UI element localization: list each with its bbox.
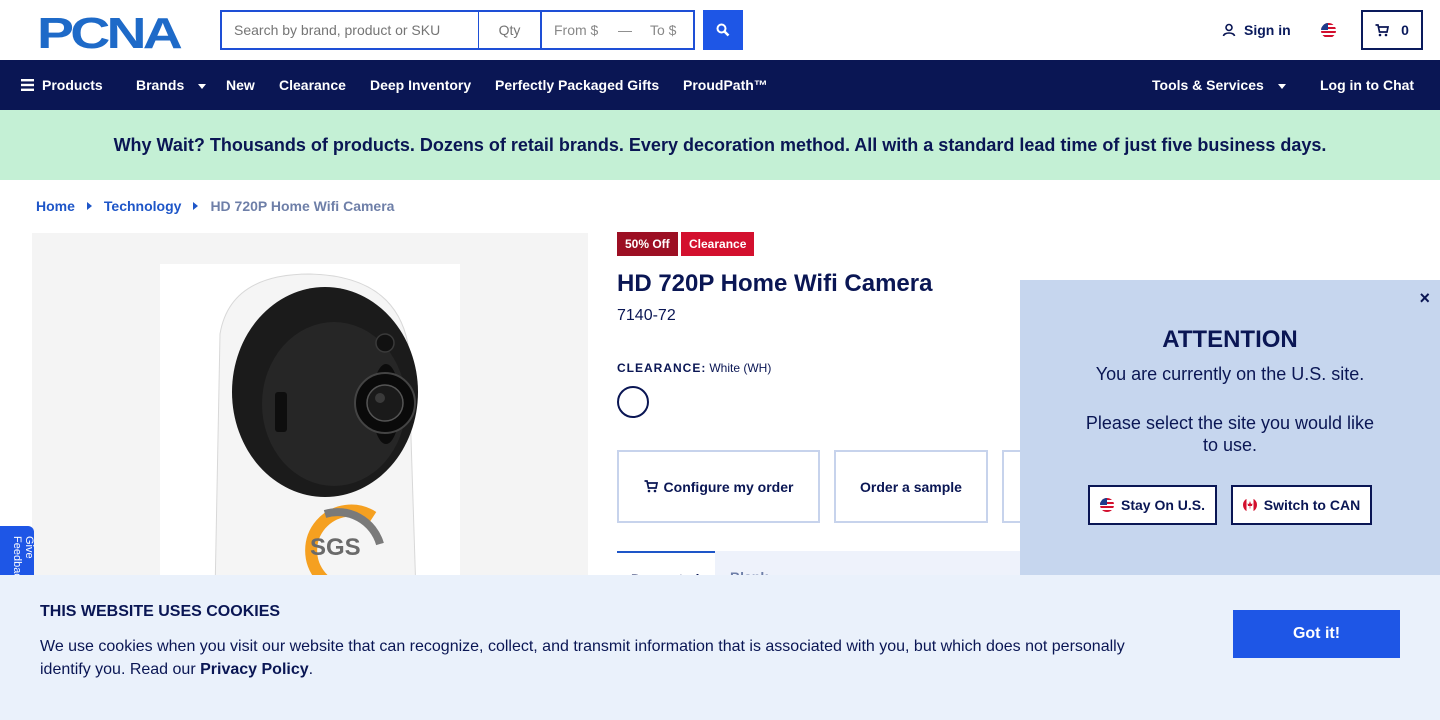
color-value: White (WH) [709,361,772,375]
nav-chat-login[interactable]: Log in to Chat [1320,60,1414,110]
nav-gifts[interactable]: Perfectly Packaged Gifts [495,60,659,110]
qty-input[interactable] [478,10,540,50]
nav-clearance[interactable]: Clearance [279,60,346,110]
modal-question: Please select the site you would like to… [1085,413,1375,455]
order-sample-label: Order a sample [860,478,962,495]
site-selection-modal: × ATTENTION You are currently on the U.S… [1020,280,1440,575]
cookie-banner: THIS WEBSITE USES COOKIES We use cookies… [0,575,1440,720]
nav-deep-inventory-label: Deep Inventory [370,77,472,93]
search-button[interactable] [703,10,743,50]
nav-brands[interactable]: Brands [136,60,207,110]
modal-title: ATTENTION [1162,326,1298,353]
product-image[interactable]: SGS [160,264,460,584]
chevron-down-icon [1277,83,1286,89]
stay-us-label: Stay On U.S. [1120,497,1206,513]
modal-message: You are currently on the U.S. site. [1095,364,1365,384]
nav-products[interactable]: Products [21,60,103,110]
close-icon[interactable]: × [1419,288,1430,309]
color-label-heading: CLEARANCE: [617,361,707,375]
cart-icon [1375,23,1390,36]
nav-products-label: Products [42,77,103,93]
promo-banner: Why Wait? Thousands of products. Dozens … [0,110,1440,180]
nav-clearance-label: Clearance [279,77,346,93]
stay-us-button[interactable]: Stay On U.S. [1088,485,1217,525]
user-icon [1222,23,1236,37]
breadcrumb-technology[interactable]: Technology [104,198,182,214]
configure-order-label: Configure my order [663,478,794,495]
nav-gifts-label: Perfectly Packaged Gifts [495,77,660,93]
canada-flag-icon [1242,498,1257,512]
product-title: HD 720P Home Wifi Camera [617,270,933,297]
camera-image: SGS [214,273,418,584]
cookie-title: THIS WEBSITE USES COOKIES [40,603,281,620]
product-image-panel: SGS [32,233,588,584]
color-swatch-white[interactable] [617,386,649,418]
us-flag-icon [1099,498,1114,512]
discount-badge: 50% Off [617,232,678,256]
nav-deep-inventory[interactable]: Deep Inventory [370,60,471,110]
logo-text: PCNA [37,12,182,50]
price-to-input[interactable]: To $ [638,22,676,38]
us-flag-icon[interactable] [1321,23,1336,38]
switch-can-button[interactable]: Switch to CAN [1231,485,1372,525]
breadcrumb-current: HD 720P Home Wifi Camera [210,198,395,214]
order-sample-button[interactable]: Order a sample [834,450,988,523]
breadcrumb-arrow-icon [193,202,199,210]
nav-new[interactable]: New [226,60,255,110]
nav-tools-services[interactable]: Tools & Services [1152,60,1286,110]
sign-in-label: Sign in [1244,22,1291,38]
search-icon [716,23,730,37]
nav-brands-label: Brands [136,77,185,93]
cart-count: 0 [1401,22,1409,38]
nav-chat-label: Log in to Chat [1320,77,1415,93]
search-input[interactable] [220,10,478,50]
nav-tools-label: Tools & Services [1152,77,1264,93]
product-sku: 7140-72 [617,307,676,324]
nav-new-label: New [226,77,255,93]
promo-text: Why Wait? Thousands of products. Dozens … [113,134,1327,155]
nav-proudpath-label: ProudPath™ [683,77,768,93]
pcna-logo[interactable]: PCNA [37,12,185,50]
price-from-input[interactable]: From $ [542,22,612,38]
clearance-badge: Clearance [681,232,755,256]
privacy-policy-link[interactable]: Privacy Policy [200,661,309,678]
sign-in-link[interactable]: Sign in [1222,22,1291,38]
switch-can-label: Switch to CAN [1263,497,1361,513]
main-nav: Products Brands New Clearance Deep Inven… [0,60,1440,110]
nav-proudpath[interactable]: ProudPath™ [683,60,768,110]
breadcrumb: Home Technology HD 720P Home Wifi Camera [36,198,394,214]
price-dash: — [618,22,632,38]
configure-order-button[interactable]: Configure my order [617,450,820,523]
cart-button[interactable]: 0 [1361,10,1423,50]
breadcrumb-home[interactable]: Home [36,198,75,214]
cookie-period: . [308,661,314,678]
search-group: From $ — To $ [220,10,743,50]
cookie-text: We use cookies when you visit our websit… [40,635,1140,681]
breadcrumb-arrow-icon [86,202,92,210]
chevron-down-icon [198,83,207,89]
top-header: PCNA From $ — To $ Sign in [0,0,1440,60]
accept-cookies-button[interactable]: Got it! [1233,610,1400,658]
price-range: From $ — To $ [540,10,695,50]
menu-icon [21,79,34,91]
cart-icon [644,480,658,493]
image-logo-text: SGS [310,534,361,561]
color-label: CLEARANCE: White (WH) [617,361,771,375]
